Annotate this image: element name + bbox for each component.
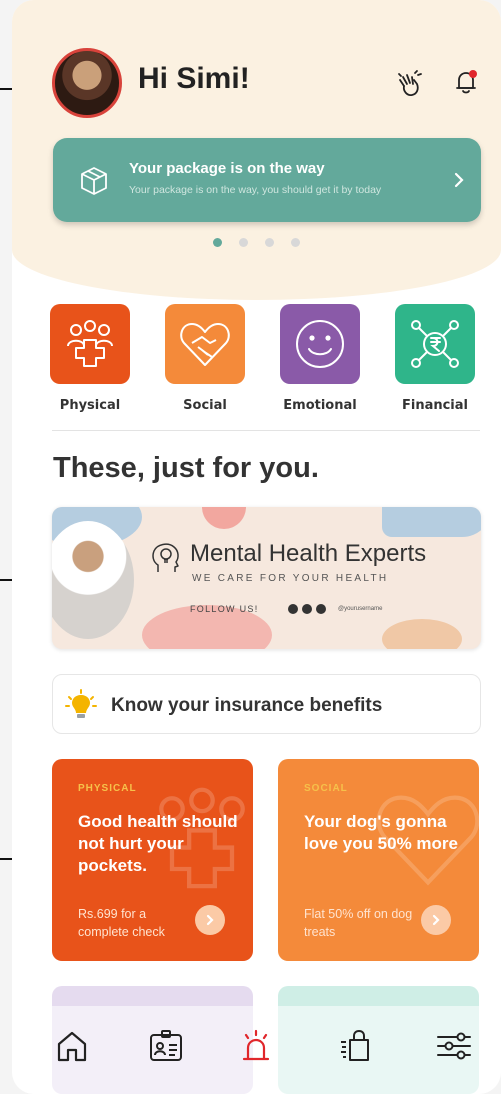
offer-go-button[interactable] — [421, 905, 451, 935]
notification-bell-icon[interactable] — [448, 64, 484, 100]
decor-shape — [382, 507, 481, 537]
offer-tag: SOCIAL — [304, 783, 348, 794]
chevron-right-icon — [432, 914, 440, 926]
carousel-dot[interactable] — [291, 238, 300, 247]
category-physical[interactable]: Physical — [49, 304, 131, 413]
promo-title: Mental Health Experts — [190, 540, 427, 567]
offer-card-social[interactable]: SOCIAL Your dog's gonna love you 50% mor… — [278, 759, 479, 961]
package-subtitle: Your package is on the way, you should g… — [129, 184, 382, 196]
nav-settings[interactable] — [432, 1024, 476, 1068]
shopping-bag-icon — [341, 1030, 369, 1061]
promo-subtitle: WE CARE FOR YOUR HEALTH — [192, 573, 389, 584]
greeting-text: Hi Simi! — [138, 62, 250, 95]
lightbulb-icon — [65, 689, 97, 718]
promo-follow-label: FOLLOW US! — [190, 604, 259, 614]
bottom-nav — [12, 1006, 501, 1094]
twitter-icon[interactable] — [316, 604, 326, 614]
heart-handshake-icon — [180, 323, 230, 366]
instagram-icon[interactable] — [302, 604, 312, 614]
rupee-network-icon — [411, 320, 459, 368]
offer-card-physical[interactable]: PHYSICAL Good health should not hurt you… — [52, 759, 253, 961]
category-financial-tile[interactable] — [395, 304, 475, 384]
carousel-dot-active[interactable] — [213, 238, 222, 247]
offer-headline: Your dog's gonna love you 50% more — [304, 812, 459, 853]
chevron-right-icon — [206, 914, 214, 926]
head-bulb-icon — [152, 543, 179, 572]
nav-shop[interactable] — [334, 1024, 378, 1068]
home-icon — [57, 1031, 87, 1062]
phone-screen: Hi Simi! Your package is on the way Your… — [12, 0, 501, 1094]
offer-description: Flat 50% off on dog treats — [304, 907, 413, 939]
category-physical-tile[interactable] — [50, 304, 130, 384]
carousel-dot[interactable] — [239, 238, 248, 247]
package-title: Your package is on the way — [129, 160, 325, 177]
category-social[interactable]: Social — [164, 304, 246, 413]
offer-tag: PHYSICAL — [78, 783, 137, 794]
category-label: Emotional — [283, 398, 357, 413]
category-label: Social — [183, 398, 227, 413]
category-label: Financial — [401, 398, 468, 413]
id-card-icon — [150, 1030, 182, 1061]
category-financial[interactable]: Financial — [394, 304, 476, 413]
package-box-icon — [81, 167, 107, 195]
category-label: Physical — [59, 398, 121, 413]
nav-home[interactable] — [50, 1024, 94, 1068]
insurance-benefits-card[interactable]: Know your insurance benefits — [52, 674, 481, 734]
insurance-label: Know your insurance benefits — [111, 695, 383, 716]
people-health-icon — [67, 320, 113, 367]
settings-sliders-icon — [437, 1032, 471, 1060]
chevron-right-icon — [454, 172, 464, 188]
offer-description: Rs.699 for a complete check — [78, 907, 165, 939]
category-emotional-tile[interactable] — [280, 304, 360, 384]
nav-alerts[interactable] — [234, 1024, 278, 1068]
avatar[interactable] — [52, 48, 122, 118]
waving-hand-icon[interactable] — [392, 66, 428, 102]
offer-headline: Good health should not hurt your pockets… — [78, 812, 238, 875]
promo-banner[interactable]: Mental Health Experts WE CARE FOR YOUR H… — [52, 507, 481, 649]
package-status-card[interactable]: Your package is on the way Your package … — [53, 138, 481, 222]
carousel-dots — [12, 238, 501, 247]
nav-id-card[interactable] — [144, 1024, 188, 1068]
decor-shape — [202, 507, 246, 529]
category-emotional[interactable]: Emotional — [279, 304, 361, 413]
section-title: These, just for you. — [53, 452, 319, 484]
divider — [52, 430, 480, 431]
smiley-face-icon — [296, 320, 344, 368]
decor-shape — [382, 619, 462, 649]
alarm-icon — [242, 1029, 270, 1061]
promo-handle: @yourusername — [338, 606, 383, 612]
facebook-icon[interactable] — [288, 604, 298, 614]
category-social-tile[interactable] — [165, 304, 245, 384]
carousel-dot[interactable] — [265, 238, 274, 247]
offer-go-button[interactable] — [195, 905, 225, 935]
